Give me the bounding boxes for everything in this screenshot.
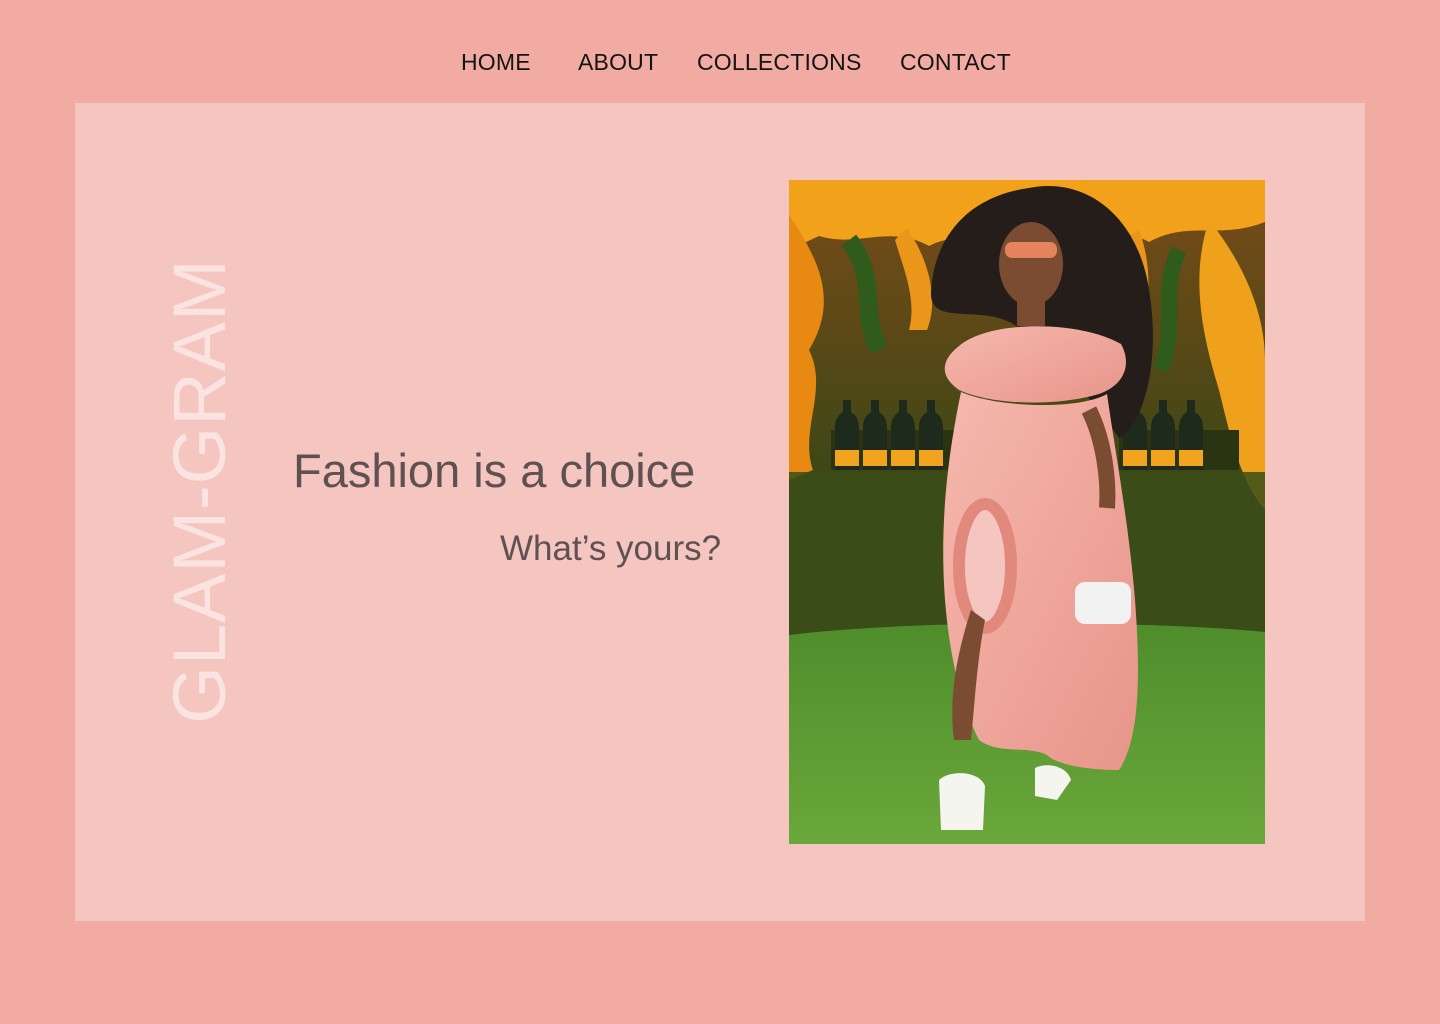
hero-subline: What’s yours? bbox=[500, 529, 722, 568]
nav-link-collections[interactable]: COLLECTIONS bbox=[697, 49, 862, 76]
brand-vertical: GLAM-GRAM bbox=[158, 258, 241, 723]
fashion-photo-illustration bbox=[789, 180, 1265, 844]
nav-link-contact[interactable]: CONTACT bbox=[900, 49, 1011, 76]
nav-link-home[interactable]: HOME bbox=[461, 49, 531, 76]
nav-link-about[interactable]: ABOUT bbox=[578, 49, 658, 76]
brand-logo-text: GLAM-GRAM bbox=[158, 258, 241, 724]
model-figure bbox=[930, 186, 1153, 830]
hero-tagline: Fashion is a choice bbox=[293, 444, 696, 497]
hero-panel: GLAM-GRAM Fashion is a choice What’s you… bbox=[75, 103, 1365, 921]
hero-photo bbox=[789, 180, 1265, 844]
main-navigation: HOME ABOUT COLLECTIONS CONTACT bbox=[0, 0, 1440, 103]
